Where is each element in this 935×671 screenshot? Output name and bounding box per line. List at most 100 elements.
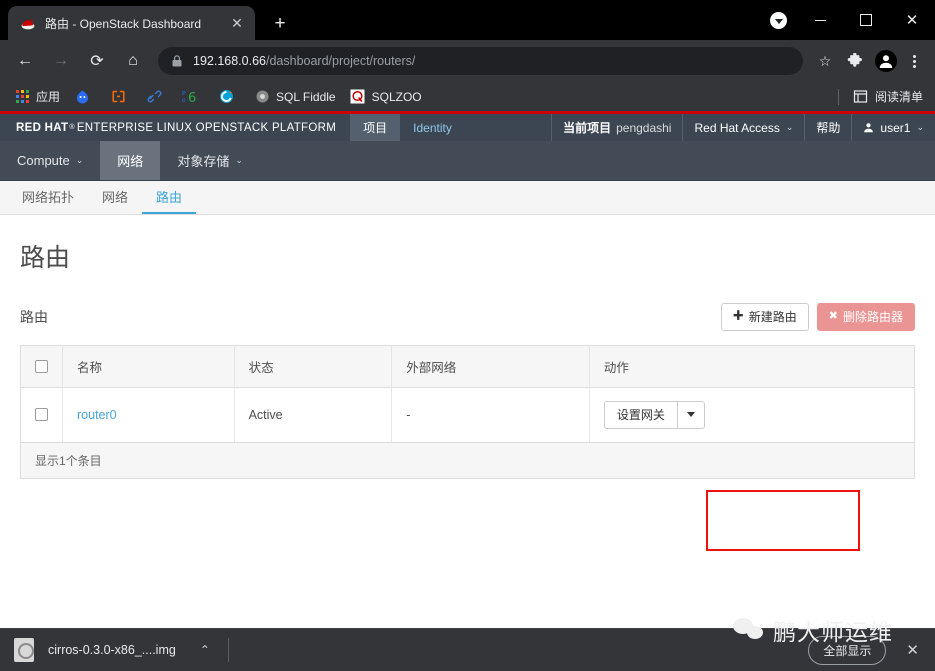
chevron-down-icon: ⌄ — [916, 122, 924, 132]
bookmark-blue-droplet[interactable] — [68, 85, 102, 109]
profile-avatar[interactable] — [875, 50, 897, 72]
back-icon[interactable]: ← — [10, 46, 40, 76]
reload-icon[interactable]: ⟳ — [82, 46, 112, 76]
routers-panel: 路由 ✚ 新建路由 ✖ 删除路由器 名称 状态 外部网络 动作 router0 … — [20, 302, 915, 479]
column-header-actions: 动作 — [589, 345, 915, 388]
nav-item-compute[interactable]: Compute ⌄ — [0, 141, 100, 180]
create-router-button[interactable]: ✚ 新建路由 — [720, 302, 809, 331]
current-project[interactable]: 当前项目 pengdashi — [551, 114, 682, 141]
url-text: 192.168.0.66/dashboard/project/routers/ — [193, 54, 415, 68]
header-right-cluster: 当前项目 pengdashi Red Hat Access ⌄ 帮助 user1… — [551, 114, 935, 141]
chevron-up-icon[interactable]: ⌃ — [200, 643, 210, 657]
row-checkbox[interactable] — [35, 408, 48, 421]
nav-item-compute-label: Compute — [17, 153, 70, 168]
select-all-checkbox[interactable] — [35, 359, 48, 373]
shelf-close-icon[interactable]: ✕ — [906, 641, 919, 659]
table-row: router0 Active - 设置网关 — [20, 387, 915, 443]
create-router-label: 新建路由 — [748, 309, 797, 324]
routers-table: 名称 状态 外部网络 动作 router0 Active - 设置网关 — [20, 344, 915, 443]
bookmarks-bar: 应用 P o 6 SQL Fiddle SQLZOO 阅读清单 — [0, 82, 935, 113]
window-close-button[interactable]: ✕ — [889, 0, 935, 40]
window-minimize-button[interactable] — [797, 0, 843, 40]
url-path: /dashboard/project/routers/ — [266, 54, 416, 68]
bookmark-blue-link[interactable] — [140, 85, 174, 109]
show-all-downloads-button[interactable]: 全部显示 — [808, 635, 887, 665]
cell-router-status: Active — [234, 387, 393, 443]
help-link[interactable]: 帮助 — [804, 114, 851, 141]
router-name-link[interactable]: router0 — [77, 408, 117, 422]
bookmark-apps[interactable]: 应用 — [8, 85, 66, 109]
panel-actions: ✚ 新建路由 ✖ 删除路由器 — [720, 302, 915, 331]
tab-networks[interactable]: 网络 — [88, 181, 142, 214]
shelf-right-cluster: 全部显示 ✕ — [808, 635, 935, 665]
reading-list-button[interactable]: 阅读清单 — [847, 85, 929, 109]
blue-link-icon — [146, 89, 162, 105]
brand-registered-mark: ® — [69, 124, 75, 131]
download-file-name: cirros-0.3.0-x86_....img — [48, 643, 176, 657]
nav-item-object-storage[interactable]: 对象存储 ⌄ — [160, 141, 260, 180]
bookmarks-divider — [837, 88, 839, 105]
blue-droplet-icon — [74, 89, 90, 105]
download-indicator-icon[interactable] — [770, 12, 787, 29]
bookmark-orange-bracket[interactable] — [104, 85, 138, 109]
bookmark-sqlzoo[interactable]: SQLZOO — [344, 85, 428, 109]
url-host: 192.168.0.66 — [193, 54, 266, 68]
window-controls: ✕ — [797, 0, 935, 40]
chevron-down-icon: ⌄ — [785, 122, 794, 132]
sqlfiddle-icon — [254, 89, 270, 105]
panel-header: 路由 ✚ 新建路由 ✖ 删除路由器 — [20, 302, 915, 345]
tab-network-topology[interactable]: 网络拓扑 — [8, 181, 88, 214]
nav-item-network-label: 网络 — [117, 154, 144, 169]
sqlzoo-icon — [350, 89, 366, 105]
current-project-name: pengdashi — [616, 120, 672, 135]
browser-window: 路由 - OpenStack Dashboard ✕ + ✕ ← → ⟳ ⌂ 1… — [0, 0, 935, 671]
table-header-row: 名称 状态 外部网络 动作 — [20, 345, 915, 388]
panel-title: 路由 — [20, 308, 48, 325]
chevron-down-icon: ⌄ — [75, 155, 84, 165]
nav-item-network[interactable]: 网络 — [100, 141, 161, 180]
download-item[interactable]: cirros-0.3.0-x86_....img ⌃ — [14, 638, 210, 662]
window-maximize-button[interactable] — [843, 0, 889, 40]
caret-down-icon — [686, 412, 695, 417]
reading-list-label: 阅读清单 — [874, 89, 923, 104]
bookmark-sql-fiddle[interactable]: SQL Fiddle — [248, 85, 342, 109]
new-tab-button[interactable]: + — [267, 11, 293, 37]
row-select-cell — [20, 387, 63, 443]
header-spacer — [465, 114, 551, 141]
annotation-highlight-box — [706, 490, 860, 551]
brand-rest: ENTERPRISE LINUX OPENSTACK PLATFORM — [76, 121, 337, 134]
orange-bracket-icon — [110, 89, 126, 105]
row-actions-dropdown-toggle[interactable] — [677, 400, 705, 429]
user-name: user1 — [880, 120, 911, 135]
bookmark-p6[interactable]: P o 6 — [176, 85, 210, 109]
bookmark-star-icon[interactable]: ☆ — [811, 47, 839, 75]
column-header-external-network[interactable]: 外部网络 — [391, 345, 590, 388]
reading-list-icon — [853, 89, 869, 105]
home-icon[interactable]: ⌂ — [118, 46, 148, 76]
bookmark-green-browser[interactable] — [212, 85, 246, 109]
extensions-puzzle-icon[interactable] — [841, 47, 869, 75]
page-content: 路由 路由 ✚ 新建路由 ✖ 删除路由器 名称 状态 外部网络 动作 route… — [0, 244, 935, 479]
close-x-icon: ✖ — [828, 310, 838, 322]
top-tab-project[interactable]: 项目 — [350, 114, 401, 141]
set-gateway-button[interactable]: 设置网关 — [603, 400, 678, 429]
red-hat-access-menu[interactable]: Red Hat Access ⌄ — [682, 114, 804, 141]
table-body: router0 Active - 设置网关 — [20, 387, 915, 443]
user-menu[interactable]: user1 ⌄ — [851, 114, 935, 141]
column-header-name[interactable]: 名称 — [62, 345, 235, 388]
browser-tab[interactable]: 路由 - OpenStack Dashboard ✕ — [8, 6, 255, 40]
forward-icon[interactable]: → — [46, 46, 76, 76]
bookmarks-right-cluster: 阅读清单 — [830, 85, 929, 109]
tab-routers[interactable]: 路由 — [142, 181, 197, 214]
delete-router-button[interactable]: ✖ 删除路由器 — [816, 302, 915, 331]
tab-close-icon[interactable]: ✕ — [227, 13, 247, 33]
top-tab-identity[interactable]: Identity — [400, 114, 465, 141]
plus-icon: ✚ — [732, 310, 744, 322]
chrome-menu-icon[interactable] — [903, 47, 925, 75]
column-header-status[interactable]: 状态 — [234, 345, 393, 388]
page-viewport: RED HAT ® ENTERPRISE LINUX OPENSTACK PLATF… — [0, 113, 935, 671]
cell-external-network: - — [391, 387, 590, 443]
address-bar[interactable]: 192.168.0.66/dashboard/project/routers/ — [158, 47, 803, 75]
p6-icon: P o 6 — [182, 89, 198, 105]
red-hat-access-label: Red Hat Access — [694, 120, 780, 135]
